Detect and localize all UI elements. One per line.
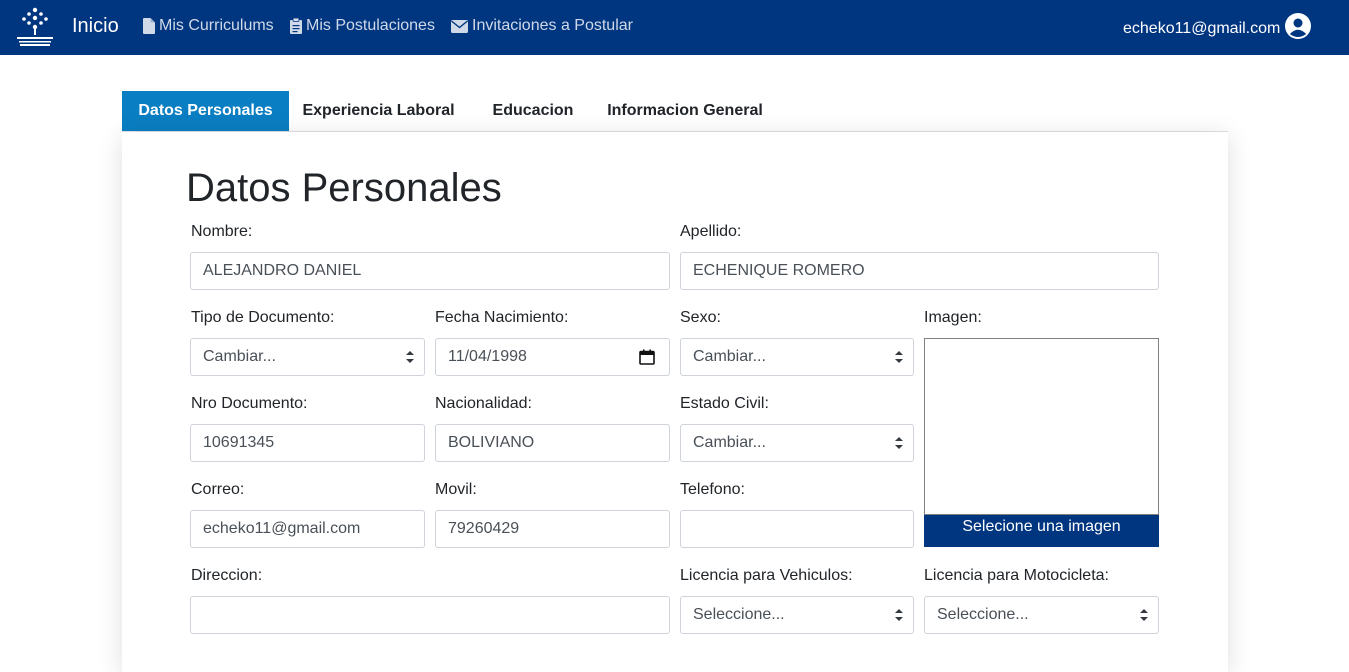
tipo-documento-value: Cambiar... — [203, 348, 276, 365]
university-logo[interactable] — [14, 6, 60, 50]
user-circle-icon[interactable] — [1285, 13, 1311, 39]
tab-informacion-general[interactable]: Informacion General — [600, 91, 770, 131]
apellido-input[interactable]: ECHENIQUE ROMERO — [680, 252, 1159, 290]
sexo-label: Sexo: — [680, 309, 721, 326]
telefono-input[interactable] — [680, 510, 914, 548]
estado-civil-select[interactable]: Cambiar... — [680, 424, 914, 462]
calendar-icon[interactable] — [639, 349, 655, 365]
top-navbar: Inicio Mis Curriculums Mis Postulaciones… — [0, 0, 1349, 55]
select-arrows-icon — [895, 351, 903, 363]
envelope-icon — [451, 19, 468, 33]
telefono-label: Telefono: — [680, 481, 745, 498]
nombre-input[interactable]: ALEJANDRO DANIEL — [190, 252, 670, 290]
nav-invitaciones-label: Invitaciones a Postular — [472, 17, 633, 34]
select-arrows-icon — [406, 351, 414, 363]
direccion-label: Direccion: — [191, 567, 263, 584]
nro-documento-input[interactable]: 10691345 — [190, 424, 425, 462]
brand-home-link[interactable]: Inicio — [72, 15, 119, 38]
movil-input[interactable]: 79260429 — [435, 510, 670, 548]
sexo-value: Cambiar... — [693, 348, 766, 365]
select-arrows-icon — [895, 437, 903, 449]
image-preview — [924, 338, 1159, 515]
nombre-label: Nombre: — [191, 223, 253, 240]
nav-mis-curriculums[interactable]: Mis Curriculums — [143, 17, 274, 35]
fecha-nacimiento-value: 11/04/1998 — [448, 348, 527, 365]
tab-experiencia-laboral[interactable]: Experiencia Laboral — [298, 91, 459, 131]
file-icon — [143, 18, 155, 34]
clipboard-icon — [290, 18, 302, 34]
page-title: Datos Personales — [186, 166, 502, 210]
licencia-motocicleta-label: Licencia para Motocicleta: — [924, 567, 1109, 584]
nav-mis-curriculums-label: Mis Curriculums — [159, 17, 274, 34]
correo-input[interactable]: echeko11@gmail.com — [190, 510, 425, 548]
nav-mis-postulaciones[interactable]: Mis Postulaciones — [290, 17, 435, 35]
tipo-documento-label: Tipo de Documento: — [191, 309, 335, 326]
estado-civil-value: Cambiar... — [693, 434, 766, 451]
select-arrows-icon — [1140, 609, 1148, 621]
select-arrows-icon — [895, 609, 903, 621]
estado-civil-label: Estado Civil: — [680, 395, 769, 412]
nav-mis-postulaciones-label: Mis Postulaciones — [306, 17, 435, 34]
tab-educacion[interactable]: Educacion — [484, 91, 582, 131]
user-email[interactable]: echeko11@gmail.com — [1123, 20, 1280, 38]
select-image-button[interactable]: Selecione una imagen — [924, 515, 1159, 547]
fecha-nacimiento-label: Fecha Nacimiento: — [435, 309, 569, 326]
section-tabs: Datos Personales Experiencia Laboral Edu… — [122, 91, 1228, 132]
fecha-nacimiento-input[interactable]: 11/04/1998 — [435, 338, 670, 376]
licencia-vehiculos-select[interactable]: Seleccione... — [680, 596, 914, 634]
apellido-label: Apellido: — [680, 223, 742, 240]
licencia-vehiculos-label: Licencia para Vehiculos: — [680, 567, 853, 584]
nav-invitaciones-a-postular[interactable]: Invitaciones a Postular — [451, 17, 633, 35]
correo-label: Correo: — [191, 481, 245, 498]
nacionalidad-label: Nacionalidad: — [435, 395, 532, 412]
licencia-motocicleta-select[interactable]: Seleccione... — [924, 596, 1159, 634]
tab-datos-personales[interactable]: Datos Personales — [122, 91, 289, 131]
licencia-vehiculos-value: Seleccione... — [693, 606, 785, 623]
nacionalidad-input[interactable]: BOLIVIANO — [435, 424, 670, 462]
licencia-motocicleta-value: Seleccione... — [937, 606, 1029, 623]
imagen-label: Imagen: — [924, 309, 982, 326]
tipo-documento-select[interactable]: Cambiar... — [190, 338, 425, 376]
movil-label: Movil: — [435, 481, 477, 498]
direccion-input[interactable] — [190, 596, 670, 634]
sexo-select[interactable]: Cambiar... — [680, 338, 914, 376]
nro-documento-label: Nro Documento: — [191, 395, 308, 412]
